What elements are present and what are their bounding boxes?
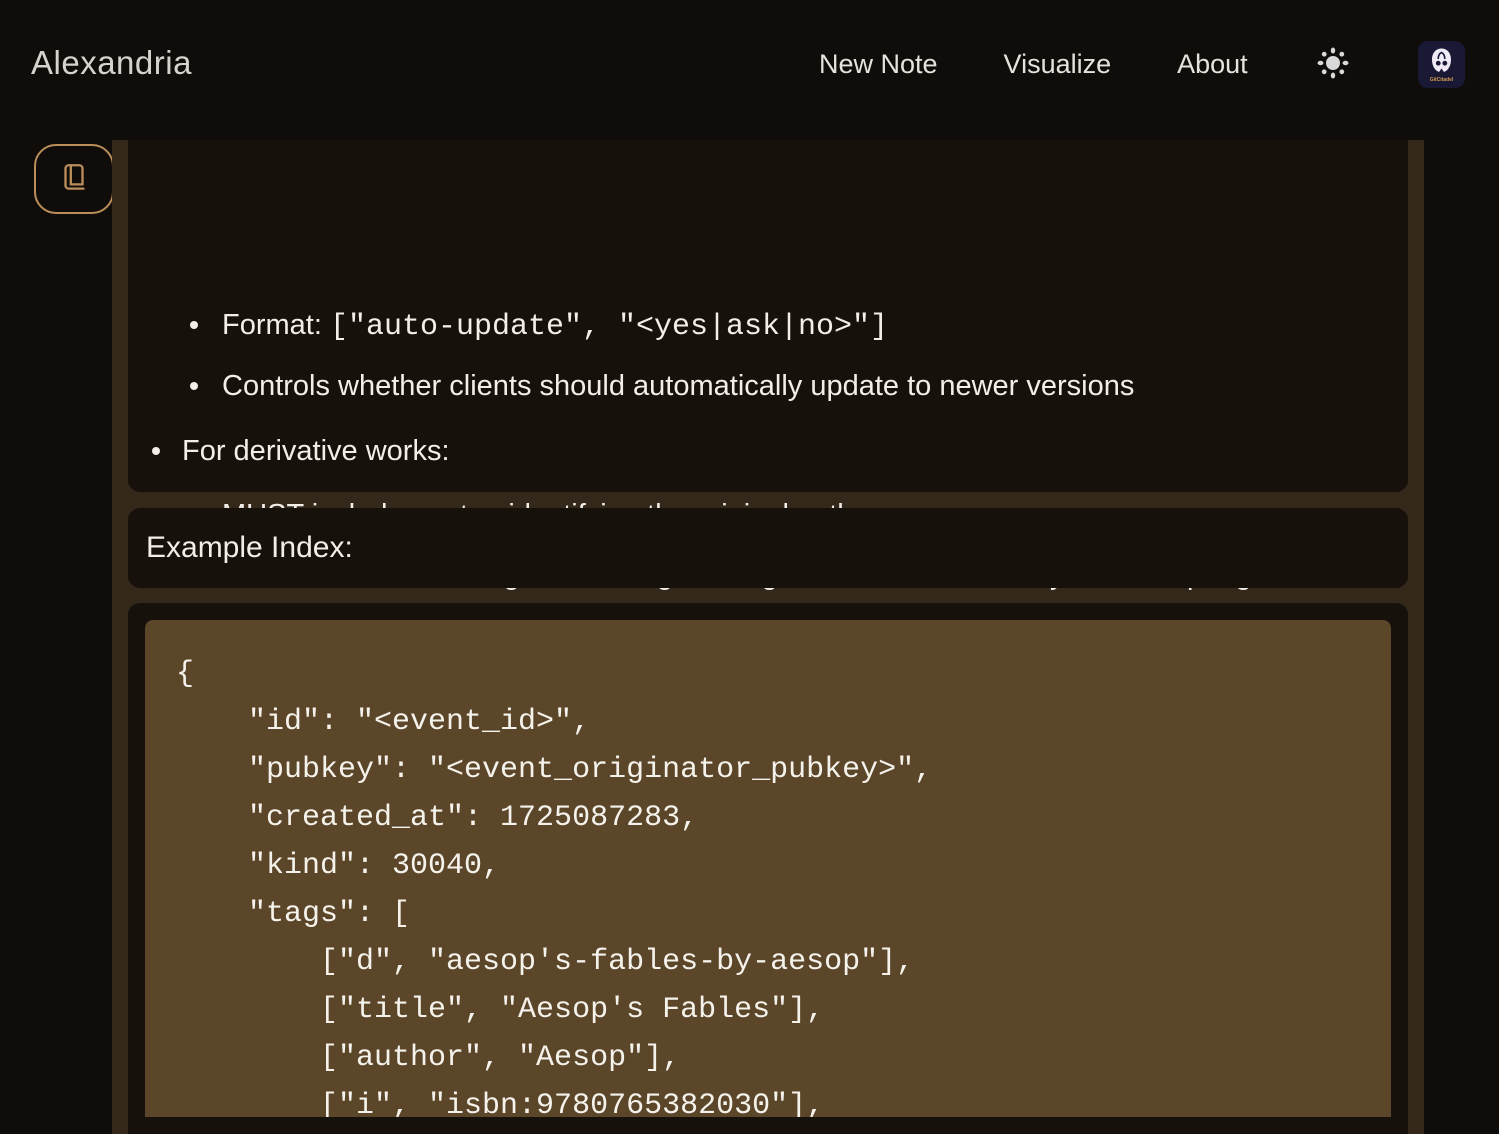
bullet-format-code: ["auto-update", "<yes|ask|no>"] — [330, 310, 888, 344]
theme-toggle-button[interactable] — [1314, 45, 1352, 83]
bullet-derivative-works: For derivative works: — [182, 431, 450, 471]
app-title[interactable]: Alexandria — [31, 44, 192, 82]
book-icon — [57, 161, 91, 198]
sun-icon — [1315, 45, 1351, 84]
gitcitadel-logo-icon: GitCitadel — [1418, 41, 1465, 88]
doc-section-rules: Format: ["auto-update", "<yes|ask|no>"] … — [128, 140, 1408, 492]
header-nav: New Note Visualize About — [819, 40, 1465, 88]
nav-visualize[interactable]: Visualize — [1004, 49, 1112, 80]
bullet-format-label: Format: — [222, 309, 330, 341]
bullet-format: Format: ["auto-update", "<yes|ask|no>"] — [222, 305, 888, 347]
publication-content: Format: ["auto-update", "<yes|ask|no>"] … — [112, 140, 1424, 1134]
sidebar-toggle-button[interactable] — [34, 144, 114, 214]
example-index-label: Example Index: — [146, 531, 353, 565]
gitcitadel-logo-button[interactable]: GitCitadel — [1418, 41, 1465, 88]
json-code-block[interactable]: { "id": "<event_id>", "pubkey": "<event_… — [145, 620, 1391, 1117]
doc-section-example-label: Example Index: — [128, 508, 1408, 588]
nav-about[interactable]: About — [1177, 49, 1248, 80]
bullet-controls: Controls whether clients should automati… — [222, 366, 1134, 406]
json-code-text: { "id": "<event_id>", "pubkey": "<event_… — [176, 650, 1360, 1117]
nav-new-note[interactable]: New Note — [819, 49, 938, 80]
svg-text:GitCitadel: GitCitadel — [1429, 77, 1453, 83]
doc-section-example-code: { "id": "<event_id>", "pubkey": "<event_… — [128, 603, 1408, 1134]
